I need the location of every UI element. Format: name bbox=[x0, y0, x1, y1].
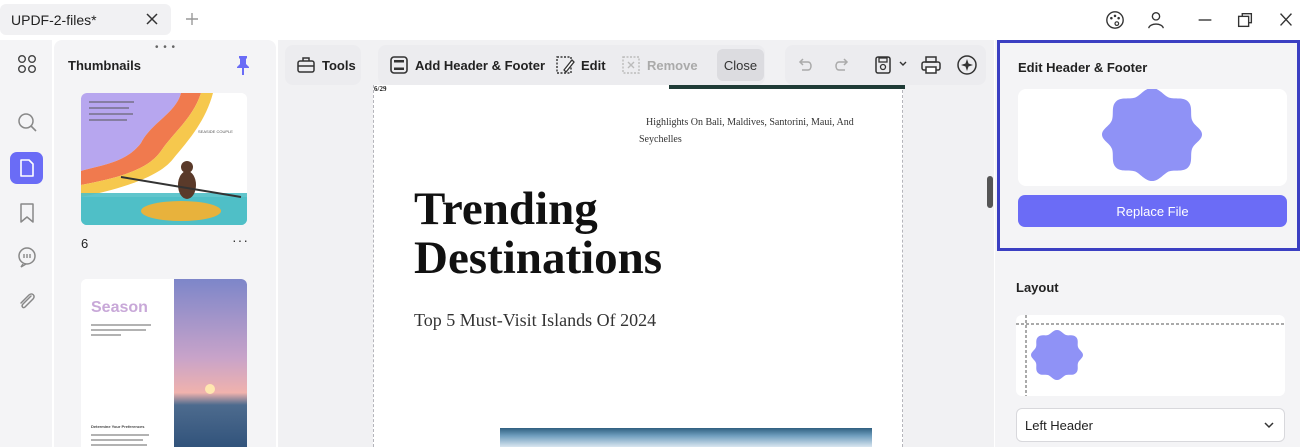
pin-icon[interactable] bbox=[234, 54, 252, 76]
right-panel: Edit Header & Footer Replace File Layout… bbox=[995, 40, 1300, 447]
document-tab[interactable]: UPDF-2-files* bbox=[0, 4, 171, 35]
comment-icon[interactable] bbox=[10, 241, 43, 273]
action-toolbar bbox=[785, 45, 986, 85]
tools-button[interactable]: Tools bbox=[285, 45, 361, 85]
pdf-page: 6/29 Highlights On Bali, Maldives, Santo… bbox=[373, 85, 905, 447]
page-subtitle: Top 5 Must-Visit Islands Of 2024 bbox=[414, 310, 657, 330]
thumbnail-mini-title: Season bbox=[91, 299, 148, 316]
tools-button-content: Tools bbox=[296, 45, 356, 85]
attachment-icon[interactable] bbox=[10, 286, 43, 318]
print-icon[interactable] bbox=[920, 55, 942, 75]
account-icon[interactable] bbox=[1145, 10, 1167, 30]
restore-icon[interactable] bbox=[1234, 10, 1256, 30]
document-tab-title: UPDF-2-files* bbox=[11, 12, 97, 28]
app-window: UPDF-2-files* • • • Thumbnails SEASIDE C… bbox=[0, 0, 1300, 447]
layout-preview[interactable] bbox=[1016, 315, 1285, 396]
redo-icon[interactable] bbox=[833, 55, 851, 75]
header-footer-icon bbox=[390, 56, 408, 74]
page-header-text: Highlights On Bali, Maldives, Santorini,… bbox=[639, 117, 854, 145]
edit-header-footer-title: Edit Header & Footer bbox=[1018, 60, 1148, 75]
add-header-footer-label: Add Header & Footer bbox=[415, 57, 546, 73]
page-title: Trending Destinations bbox=[414, 185, 662, 283]
thumbnails-panel: • • • Thumbnails SEASIDE COUPLE 6 ··· Se… bbox=[54, 40, 276, 447]
tab-close-icon[interactable] bbox=[144, 11, 160, 27]
title-bar: UPDF-2-files* bbox=[0, 0, 1300, 40]
toolbox-icon bbox=[297, 57, 315, 73]
window-close-icon[interactable] bbox=[1275, 10, 1297, 30]
document-canvas: Tools Add Header & Footer Edit Remove Cl… bbox=[278, 40, 994, 447]
layout-select[interactable]: Left Header bbox=[1016, 408, 1285, 442]
badge-image bbox=[1102, 87, 1202, 182]
page-number-label: 6/29 bbox=[374, 85, 387, 93]
layout-preview-image bbox=[1016, 315, 1285, 396]
page-thumbnail[interactable]: SEASIDE COUPLE bbox=[81, 93, 247, 225]
tools-label: Tools bbox=[322, 57, 356, 73]
page-photo bbox=[500, 428, 872, 447]
thumbnail-image: SEASIDE COUPLE bbox=[81, 93, 247, 225]
add-header-footer-button[interactable]: Add Header & Footer bbox=[389, 45, 545, 85]
thumbnail-page-number: 6 bbox=[81, 236, 89, 251]
replace-file-button[interactable]: Replace File bbox=[1018, 195, 1287, 227]
page-title-line: Trending bbox=[414, 183, 598, 235]
thumbnail-mini-text: SEASIDE COUPLE bbox=[198, 129, 233, 134]
chevron-down-icon[interactable] bbox=[898, 60, 908, 68]
ai-assistant-icon[interactable] bbox=[955, 53, 979, 77]
layout-select-value: Left Header bbox=[1025, 418, 1093, 433]
search-icon[interactable] bbox=[10, 106, 43, 138]
edit-button[interactable]: Edit bbox=[555, 45, 606, 85]
edit-label: Edit bbox=[581, 57, 606, 73]
page-title-line: Destinations bbox=[414, 232, 663, 284]
page-image-strip bbox=[669, 85, 905, 89]
header-footer-toolbar: Add Header & Footer Edit Remove Close bbox=[378, 45, 765, 85]
palette-icon[interactable] bbox=[1104, 10, 1126, 30]
chevron-down-icon bbox=[1264, 422, 1274, 429]
remove-button[interactable]: Remove bbox=[621, 45, 698, 85]
bookmark-icon[interactable] bbox=[10, 197, 43, 229]
remove-icon bbox=[622, 56, 640, 74]
layout-title: Layout bbox=[1016, 280, 1059, 295]
minimize-icon[interactable] bbox=[1194, 10, 1216, 30]
thumbnail-more-button[interactable]: ··· bbox=[232, 232, 249, 248]
undo-icon[interactable] bbox=[796, 55, 814, 75]
panel-resize-grip[interactable]: • • • bbox=[155, 42, 176, 53]
page-icon[interactable] bbox=[10, 152, 43, 184]
save-icon[interactable] bbox=[873, 55, 893, 75]
vertical-scrollbar[interactable] bbox=[987, 176, 993, 208]
header-image-preview bbox=[1018, 87, 1287, 186]
thumbnails-title: Thumbnails bbox=[68, 58, 141, 73]
close-button[interactable]: Close bbox=[717, 49, 764, 81]
left-icon-rail bbox=[0, 40, 52, 447]
edit-icon bbox=[556, 56, 575, 74]
edit-header-footer-section: Edit Header & Footer Replace File bbox=[997, 40, 1300, 251]
thumbnail-image: Season Determine Your Preferences bbox=[81, 279, 247, 447]
thumbnails-grid-icon[interactable] bbox=[10, 48, 43, 80]
thumbnail-mini-heading: Determine Your Preferences bbox=[91, 424, 145, 429]
page-thumbnail[interactable]: Season Determine Your Preferences bbox=[81, 279, 247, 447]
remove-label: Remove bbox=[647, 57, 698, 73]
new-tab-icon[interactable] bbox=[184, 11, 200, 27]
